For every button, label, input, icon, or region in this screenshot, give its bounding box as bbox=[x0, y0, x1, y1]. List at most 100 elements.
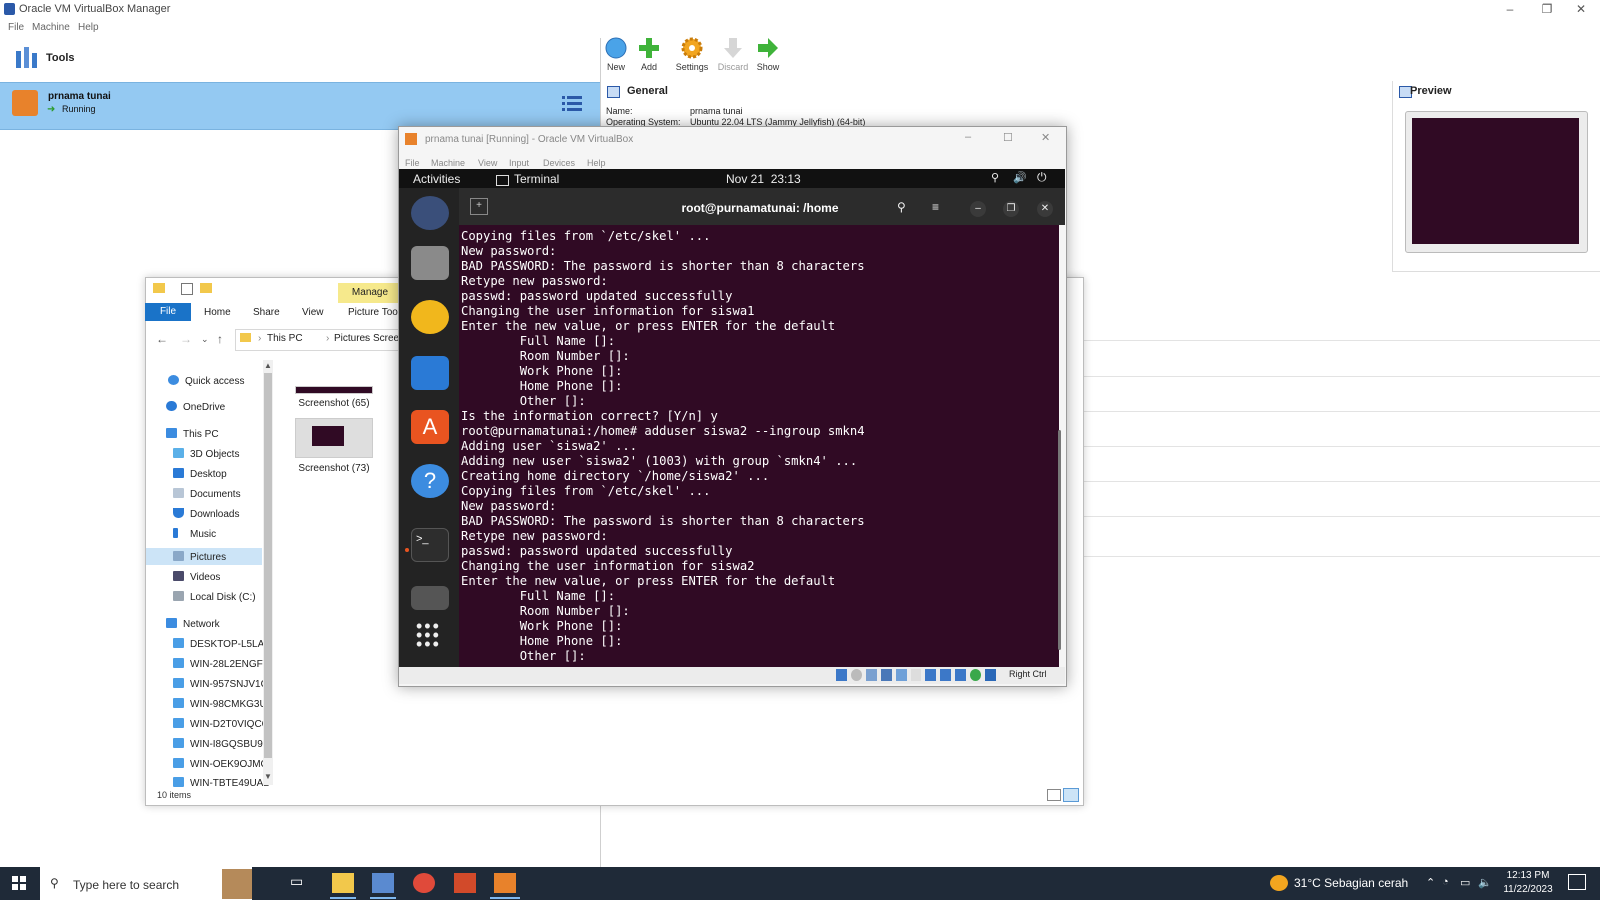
vm-menu-help[interactable]: Help bbox=[587, 158, 606, 168]
manage-tab[interactable]: Manage bbox=[338, 283, 402, 303]
terminal-icon[interactable]: >_ bbox=[411, 528, 449, 562]
files-icon[interactable] bbox=[411, 246, 449, 280]
hamburger-menu-icon[interactable]: ≡ bbox=[932, 200, 939, 214]
checkbox-icon[interactable] bbox=[181, 283, 193, 295]
search-placeholder[interactable]: Type here to search bbox=[73, 878, 179, 892]
cpu-icon[interactable] bbox=[955, 669, 967, 681]
file-tab[interactable]: File bbox=[145, 303, 191, 321]
terminal-app-menu[interactable]: Terminal bbox=[514, 172, 559, 186]
scroll-up-icon[interactable]: ▲ bbox=[264, 361, 272, 370]
minimize-icon[interactable]: – bbox=[970, 201, 986, 217]
breadcrumb-this-pc[interactable]: This PC bbox=[267, 333, 303, 344]
tools-icon[interactable] bbox=[15, 45, 39, 69]
windows-start-icon[interactable] bbox=[12, 876, 26, 890]
maximize-icon[interactable]: ☐ bbox=[1003, 131, 1013, 144]
minimize-icon[interactable]: – bbox=[965, 131, 971, 143]
menu-file[interactable]: File bbox=[8, 22, 24, 33]
file-explorer-taskbar-icon[interactable] bbox=[332, 873, 354, 893]
taskbar-time[interactable]: 12:13 PM bbox=[1503, 870, 1553, 881]
terminal-scrollbar[interactable] bbox=[1058, 430, 1061, 650]
menu-machine[interactable]: Machine bbox=[32, 22, 70, 33]
vm-menu-view[interactable]: View bbox=[478, 158, 497, 168]
screenshot-thumbnail[interactable] bbox=[295, 386, 373, 394]
weather-text[interactable]: 31°C Sebagian cerah bbox=[1294, 876, 1408, 890]
large-icons-view-icon[interactable] bbox=[1063, 788, 1079, 802]
nav-network-computer[interactable]: WIN-957SNJV1O bbox=[173, 678, 268, 690]
gnome-clock[interactable]: Nov 21 23:13 bbox=[726, 172, 801, 186]
close-icon[interactable]: ✕ bbox=[1041, 131, 1050, 144]
shared-folder-icon[interactable] bbox=[910, 669, 922, 681]
restore-icon[interactable]: ❐ bbox=[1003, 201, 1019, 217]
forward-icon[interactable]: → bbox=[180, 332, 192, 346]
chrome-icon[interactable] bbox=[413, 873, 435, 893]
thunderbird-icon[interactable] bbox=[411, 196, 449, 230]
settings-button[interactable]: Settings bbox=[672, 36, 712, 80]
vm-menu-file[interactable]: File bbox=[405, 158, 420, 168]
nav-this-pc[interactable]: This PC bbox=[166, 428, 219, 440]
tray-icon[interactable]: ◔ bbox=[1442, 876, 1449, 888]
general-header[interactable]: General bbox=[627, 85, 668, 97]
discard-button[interactable]: Discard bbox=[713, 36, 753, 80]
preview-header[interactable]: Preview bbox=[1410, 85, 1452, 97]
nav-network-computer[interactable]: WIN-98CMKG3U bbox=[173, 698, 267, 710]
up-icon[interactable]: ↑ bbox=[217, 332, 223, 346]
back-icon[interactable]: ← bbox=[156, 332, 168, 346]
nav-local-disk[interactable]: Local Disk (C:) bbox=[173, 591, 256, 603]
nav-videos[interactable]: Videos bbox=[173, 571, 220, 583]
nav-quick-access[interactable]: Quick access bbox=[168, 375, 244, 387]
notification-icon[interactable] bbox=[1568, 874, 1586, 890]
volume-icon[interactable]: 🔊 bbox=[1013, 171, 1027, 184]
libreoffice-writer-icon[interactable] bbox=[411, 356, 449, 390]
file-name[interactable]: Screenshot (73) bbox=[289, 463, 379, 474]
optical-drive-icon[interactable] bbox=[850, 669, 862, 681]
nav-music[interactable]: Music bbox=[173, 528, 216, 540]
nav-pictures[interactable]: Pictures bbox=[173, 551, 226, 563]
new-folder-icon[interactable] bbox=[200, 283, 212, 293]
nav-3d-objects[interactable]: 3D Objects bbox=[173, 448, 239, 460]
volume-muted-icon[interactable]: 🔈 bbox=[1478, 876, 1492, 889]
view-tab[interactable]: View bbox=[302, 307, 324, 318]
nav-documents[interactable]: Documents bbox=[173, 488, 241, 500]
tools-label[interactable]: Tools bbox=[46, 52, 75, 64]
task-view-icon[interactable]: ▭ bbox=[290, 873, 312, 893]
show-apps-icon[interactable]: ••• ••• ••• bbox=[416, 617, 441, 653]
audio-icon[interactable] bbox=[865, 669, 877, 681]
scroll-down-icon[interactable]: ▼ bbox=[264, 772, 272, 781]
nav-network[interactable]: Network bbox=[166, 618, 220, 630]
add-button[interactable]: Add bbox=[629, 36, 669, 80]
nav-network-computer[interactable]: WIN-TBTE49UAL bbox=[173, 777, 269, 789]
nav-network-computer[interactable]: WIN-28L2ENGF3 bbox=[173, 658, 268, 670]
rhythmbox-icon[interactable] bbox=[411, 300, 449, 334]
share-tab[interactable]: Share bbox=[253, 307, 280, 318]
restore-icon[interactable]: ❐ bbox=[1532, 1, 1562, 18]
search-icon[interactable]: ⚲ bbox=[897, 200, 906, 214]
activities-button[interactable]: Activities bbox=[413, 172, 460, 186]
recent-dropdown-icon[interactable]: ⌄ bbox=[201, 334, 209, 345]
picture-tools-tab[interactable]: Picture Tool bbox=[348, 307, 400, 318]
show-button[interactable]: Show bbox=[748, 36, 788, 80]
vm-details-menu-icon[interactable] bbox=[562, 95, 582, 113]
virtualbox-taskbar-icon[interactable] bbox=[372, 873, 394, 893]
recording-icon[interactable] bbox=[940, 669, 952, 681]
usb-icon[interactable] bbox=[895, 669, 907, 681]
taskbar-date[interactable]: 11/22/2023 bbox=[1503, 884, 1553, 895]
close-icon[interactable]: ✕ bbox=[1037, 201, 1053, 217]
vm-menu-machine[interactable]: Machine bbox=[431, 158, 465, 168]
chevron-up-icon[interactable]: ⌃ bbox=[1426, 876, 1435, 889]
vm-menu-input[interactable]: Input bbox=[509, 158, 529, 168]
nav-network-computer[interactable]: WIN-I8GQSBU9E bbox=[173, 738, 269, 750]
nav-downloads[interactable]: Downloads bbox=[173, 508, 239, 520]
mouse-integration-icon[interactable] bbox=[970, 669, 982, 681]
nav-desktop[interactable]: Desktop bbox=[173, 468, 227, 480]
nav-onedrive[interactable]: OneDrive bbox=[166, 401, 225, 413]
file-name[interactable]: Screenshot (65) bbox=[289, 398, 379, 409]
terminal-output[interactable]: Copying files from `/etc/skel' ... New p… bbox=[461, 229, 865, 664]
nav-network-computer[interactable]: DESKTOP-L5LA5 bbox=[173, 638, 270, 650]
nav-network-computer[interactable]: WIN-OEK9OJMC bbox=[173, 758, 268, 770]
network-tray-icon[interactable]: ▭ bbox=[1460, 876, 1470, 889]
breadcrumb-screenshots[interactable]: Scree bbox=[373, 333, 399, 344]
vm-taskbar-icon[interactable] bbox=[494, 873, 516, 893]
app-icon[interactable] bbox=[454, 873, 476, 893]
app-center-icon[interactable]: A bbox=[411, 410, 449, 444]
vm-menu-devices[interactable]: Devices bbox=[543, 158, 575, 168]
